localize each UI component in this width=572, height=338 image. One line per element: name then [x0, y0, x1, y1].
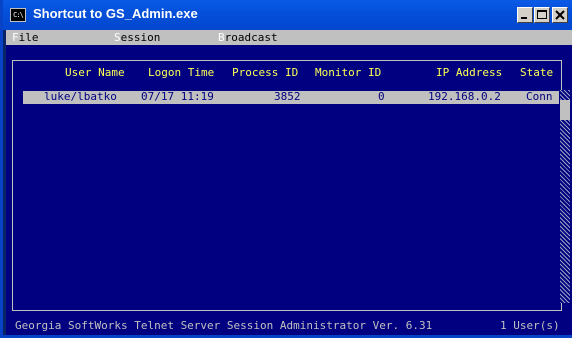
menu-broadcast[interactable]: Broadcast — [218, 30, 278, 45]
user-count: 1 User(s) — [500, 319, 560, 332]
scrollbar-thumb[interactable] — [560, 100, 570, 120]
column-header-user-name[interactable]: User Name — [65, 66, 125, 79]
menu-session[interactable]: Session — [114, 30, 160, 45]
close-button[interactable] — [552, 7, 568, 23]
column-header-state[interactable]: State — [520, 66, 553, 79]
minimize-icon — [521, 17, 527, 19]
column-header-ip-address[interactable]: IP Address — [436, 66, 502, 79]
console-area: File Session Broadcast User Name Logon T… — [6, 30, 572, 335]
column-header-logon-time[interactable]: Logon Time — [148, 66, 214, 79]
maximize-button[interactable] — [534, 7, 550, 23]
menu-bar: File Session Broadcast — [6, 30, 572, 45]
cell-process-id: 3852 — [274, 90, 301, 103]
maximize-icon — [537, 10, 547, 19]
cell-state: Conn — [526, 90, 553, 103]
menu-file-label: ile — [18, 31, 39, 44]
menu-broadcast-label: roadcast — [224, 31, 278, 44]
menu-file[interactable]: File — [12, 30, 39, 45]
cell-user-name: luke/lbatko — [44, 90, 117, 103]
close-icon — [555, 10, 565, 20]
column-header-process-id[interactable]: Process ID — [232, 66, 298, 79]
window-title: Shortcut to GS_Admin.exe — [33, 6, 198, 21]
cell-monitor-id: 0 — [378, 90, 385, 103]
vertical-scrollbar[interactable] — [560, 90, 570, 303]
status-bar: Georgia SoftWorks Telnet Server Session … — [6, 317, 572, 335]
menu-session-hotkey: S — [114, 31, 121, 44]
cell-ip-address: 192.168.0.2 — [428, 90, 501, 103]
console-icon[interactable]: C:\ — [10, 8, 26, 22]
minimize-button[interactable] — [517, 7, 533, 23]
console-window: C:\ Shortcut to GS_Admin.exe File Sessio… — [0, 0, 572, 338]
title-bar[interactable]: C:\ Shortcut to GS_Admin.exe — [3, 0, 572, 30]
menu-file-hotkey: F — [12, 31, 19, 44]
column-header-monitor-id[interactable]: Monitor ID — [315, 66, 381, 79]
cell-logon-time: 07/17 11:19 — [141, 90, 214, 103]
menu-session-label: ession — [120, 31, 161, 44]
status-text: Georgia SoftWorks Telnet Server Session … — [15, 319, 433, 332]
menu-broadcast-hotkey: B — [218, 31, 225, 44]
